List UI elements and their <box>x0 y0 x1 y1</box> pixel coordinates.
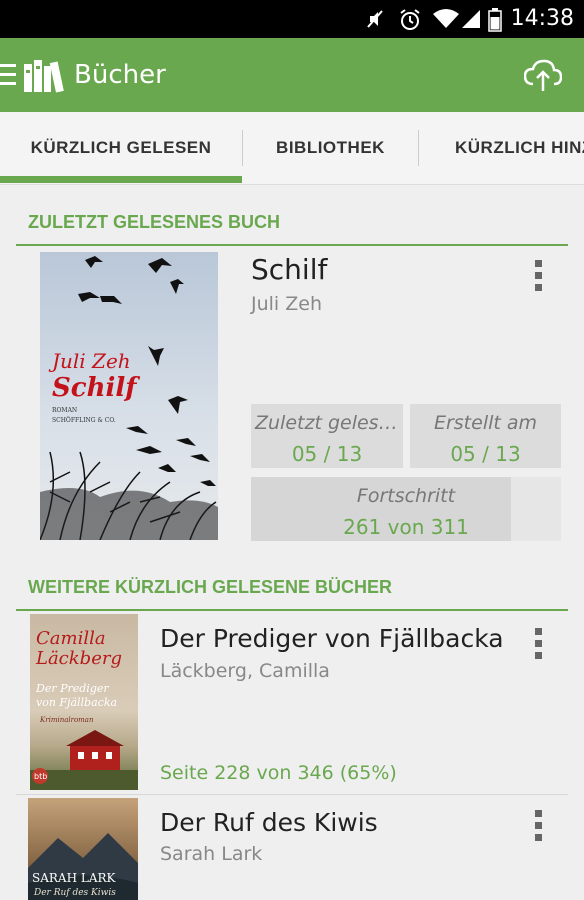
svg-text:Der Ruf des Kiwis: Der Ruf des Kiwis <box>33 888 116 898</box>
cover-small-text: ROMAN <box>52 407 77 414</box>
status-time: 14:38 <box>510 6 574 31</box>
cover-art-birds: Juli Zeh Schilf ROMAN SCHÖFFLING & CO. <box>40 256 218 540</box>
cover-small-text: SCHÖFFLING & CO. <box>52 417 116 424</box>
list-book-author: Sarah Lark <box>160 843 263 865</box>
section-header-last-read: ZULETZT GELESENES BUCH <box>16 212 568 246</box>
app-bar: Bücher <box>0 38 584 112</box>
book-cover-kiwis[interactable]: SARAH LARK Der Ruf des Kiwis <box>28 798 138 900</box>
progress-text: Fortschritt 261 von 311 <box>251 477 561 539</box>
overflow-menu-icon[interactable] <box>535 810 543 846</box>
signal-icon <box>462 10 480 28</box>
cover-title-text: Schilf <box>52 373 140 403</box>
list-book-title[interactable]: Der Prediger von Fjällbacka <box>160 624 504 653</box>
book-cover-prediger[interactable]: Camilla Läckberg Der Prediger von Fjällb… <box>30 614 138 790</box>
list-divider <box>16 794 568 795</box>
mute-icon <box>367 10 383 28</box>
created-box: Erstellt am 05 / 13 <box>410 404 561 468</box>
created-label: Erstellt am <box>433 412 538 434</box>
library-logo-icon[interactable] <box>22 58 68 94</box>
menu-icon[interactable] <box>0 64 16 86</box>
book-cover-schilf[interactable]: Juli Zeh Schilf ROMAN SCHÖFFLING & CO. <box>40 252 218 540</box>
last-read-box: Zuletzt gelesen am 05 / 13 <box>251 404 403 468</box>
tab-bar: KÜRZLICH GELESEN BIBLIOTHEK KÜRZLICH HIN… <box>0 112 584 185</box>
tab-divider <box>418 130 419 166</box>
progress-value: 261 von 311 <box>343 515 469 539</box>
list-book-title[interactable]: Der Ruf des Kiwis <box>160 808 378 837</box>
svg-text:Läckberg: Läckberg <box>35 648 122 669</box>
svg-text:Kriminalroman: Kriminalroman <box>39 716 94 724</box>
tab-library[interactable]: BIBLIOTHEK <box>243 112 418 184</box>
active-tab-indicator <box>0 176 242 183</box>
cover-art-kiwis: SARAH LARK Der Ruf des Kiwis <box>28 833 138 900</box>
cover-author-text: Juli Zeh <box>48 349 131 373</box>
app-title: Bücher <box>74 60 166 90</box>
tab-recently-added[interactable]: KÜRZLICH HINZ <box>455 112 584 184</box>
status-bar: 14:38 <box>0 0 584 38</box>
featured-book-title[interactable]: Schilf <box>251 253 327 286</box>
cloud-sync-icon[interactable] <box>524 58 562 92</box>
cover-art-prediger: Camilla Läckberg Der Prediger von Fjällb… <box>30 628 138 790</box>
battery-icon <box>488 8 502 32</box>
last-read-value: 05 / 13 <box>291 442 363 466</box>
tab-recently-read[interactable]: KÜRZLICH GELESEN <box>0 112 242 184</box>
overflow-menu-icon[interactable] <box>535 260 543 296</box>
svg-text:SARAH LARK: SARAH LARK <box>32 871 117 885</box>
progress-label: Fortschritt <box>356 485 456 507</box>
svg-text:Der Prediger: Der Prediger <box>35 682 109 695</box>
svg-text:btb: btb <box>34 772 47 781</box>
list-book-progress: Seite 228 von 346 (65%) <box>160 762 397 784</box>
svg-text:von Fjällbacka: von Fjällbacka <box>36 696 117 709</box>
section-header-more-recent: WEITERE KÜRZLICH GELESENE BÜCHER <box>16 577 568 611</box>
progress-box: Fortschritt 261 von 311 <box>251 477 561 541</box>
featured-book-author: Juli Zeh <box>251 293 322 315</box>
overflow-menu-icon[interactable] <box>535 628 543 664</box>
alarm-icon <box>400 9 420 30</box>
created-value: 05 / 13 <box>450 442 521 466</box>
last-read-label: Zuletzt gelesen am <box>255 412 403 434</box>
list-book-author: Läckberg, Camilla <box>160 660 330 682</box>
svg-text:Camilla: Camilla <box>36 628 106 649</box>
wifi-icon <box>433 9 459 28</box>
